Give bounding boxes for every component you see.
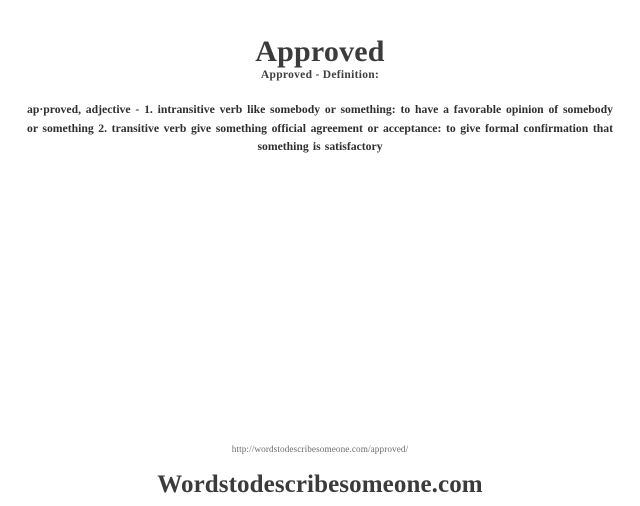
definition-body-text: ap·proved, adjective - 1. intransitive v… [27,103,613,153]
footer-site-brand: Wordstodescribesomeone.com [157,471,483,498]
footer-source-url[interactable]: http://wordstodescribesomeone.com/approv… [0,443,640,456]
definition-heading: Approved - Definition: [260,69,380,81]
definition-page: Approved Approved - Definition: ap·prove… [0,0,640,506]
empty-content-area [0,185,640,433]
